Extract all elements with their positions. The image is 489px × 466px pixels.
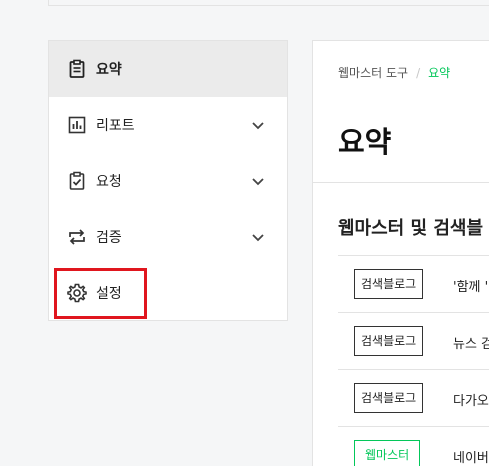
list-item[interactable]: 검색블로그 다가오	[338, 369, 489, 426]
sidebar-item-label: 요약	[96, 62, 122, 78]
list-item[interactable]: 검색블로그 '함께 '	[338, 255, 489, 312]
category-badge: 검색블로그	[354, 383, 424, 413]
section-title: 웹마스터 및 검색블	[338, 218, 484, 239]
sidebar-item-label: 요청	[96, 174, 122, 190]
sidebar-item-label: 리포트	[96, 118, 135, 134]
clipboard-check-icon	[66, 170, 88, 192]
list-item-title[interactable]: 뉴스 검	[453, 333, 489, 352]
repeat-arrows-icon	[66, 226, 88, 248]
sidebar-item-summary[interactable]: 요약	[49, 41, 287, 97]
sidebar-item-reports[interactable]: 리포트	[49, 97, 287, 153]
category-badge: 검색블로그	[354, 326, 424, 356]
sidebar-item-verification[interactable]: 검증	[49, 209, 287, 265]
breadcrumb-root[interactable]: 웹마스터 도구	[338, 66, 408, 80]
bar-chart-icon	[66, 114, 88, 136]
chevron-down-icon[interactable]	[250, 117, 266, 133]
breadcrumb-current: 요약	[428, 66, 451, 80]
list-item-title[interactable]: 네이버	[453, 447, 489, 466]
sidebar-item-requests[interactable]: 요청	[49, 153, 287, 209]
main-content: 웹마스터 도구 / 요약 요약 웹마스터 및 검색블 검색블로그 '함께 ' 검색블…	[312, 40, 489, 466]
category-badge: 검색블로그	[354, 269, 424, 299]
category-badge: 웹마스터	[354, 440, 421, 466]
chevron-down-icon[interactable]	[250, 229, 266, 245]
divider	[313, 182, 489, 183]
clipboard-icon	[66, 58, 88, 80]
list-item[interactable]: 웹마스터 네이버	[338, 426, 489, 466]
top-banner	[48, 0, 489, 6]
list-item[interactable]: 검색블로그 뉴스 검	[338, 312, 489, 369]
breadcrumb: 웹마스터 도구 / 요약	[338, 64, 450, 81]
page-title: 요약	[338, 125, 392, 159]
breadcrumb-separator: /	[416, 66, 421, 80]
list-item-title[interactable]: 다가오	[453, 390, 489, 409]
list-item-title[interactable]: '함께 '	[453, 276, 488, 295]
sidebar-item-label: 검증	[96, 230, 122, 246]
settings-highlight-box	[54, 268, 147, 319]
chevron-down-icon[interactable]	[250, 173, 266, 189]
